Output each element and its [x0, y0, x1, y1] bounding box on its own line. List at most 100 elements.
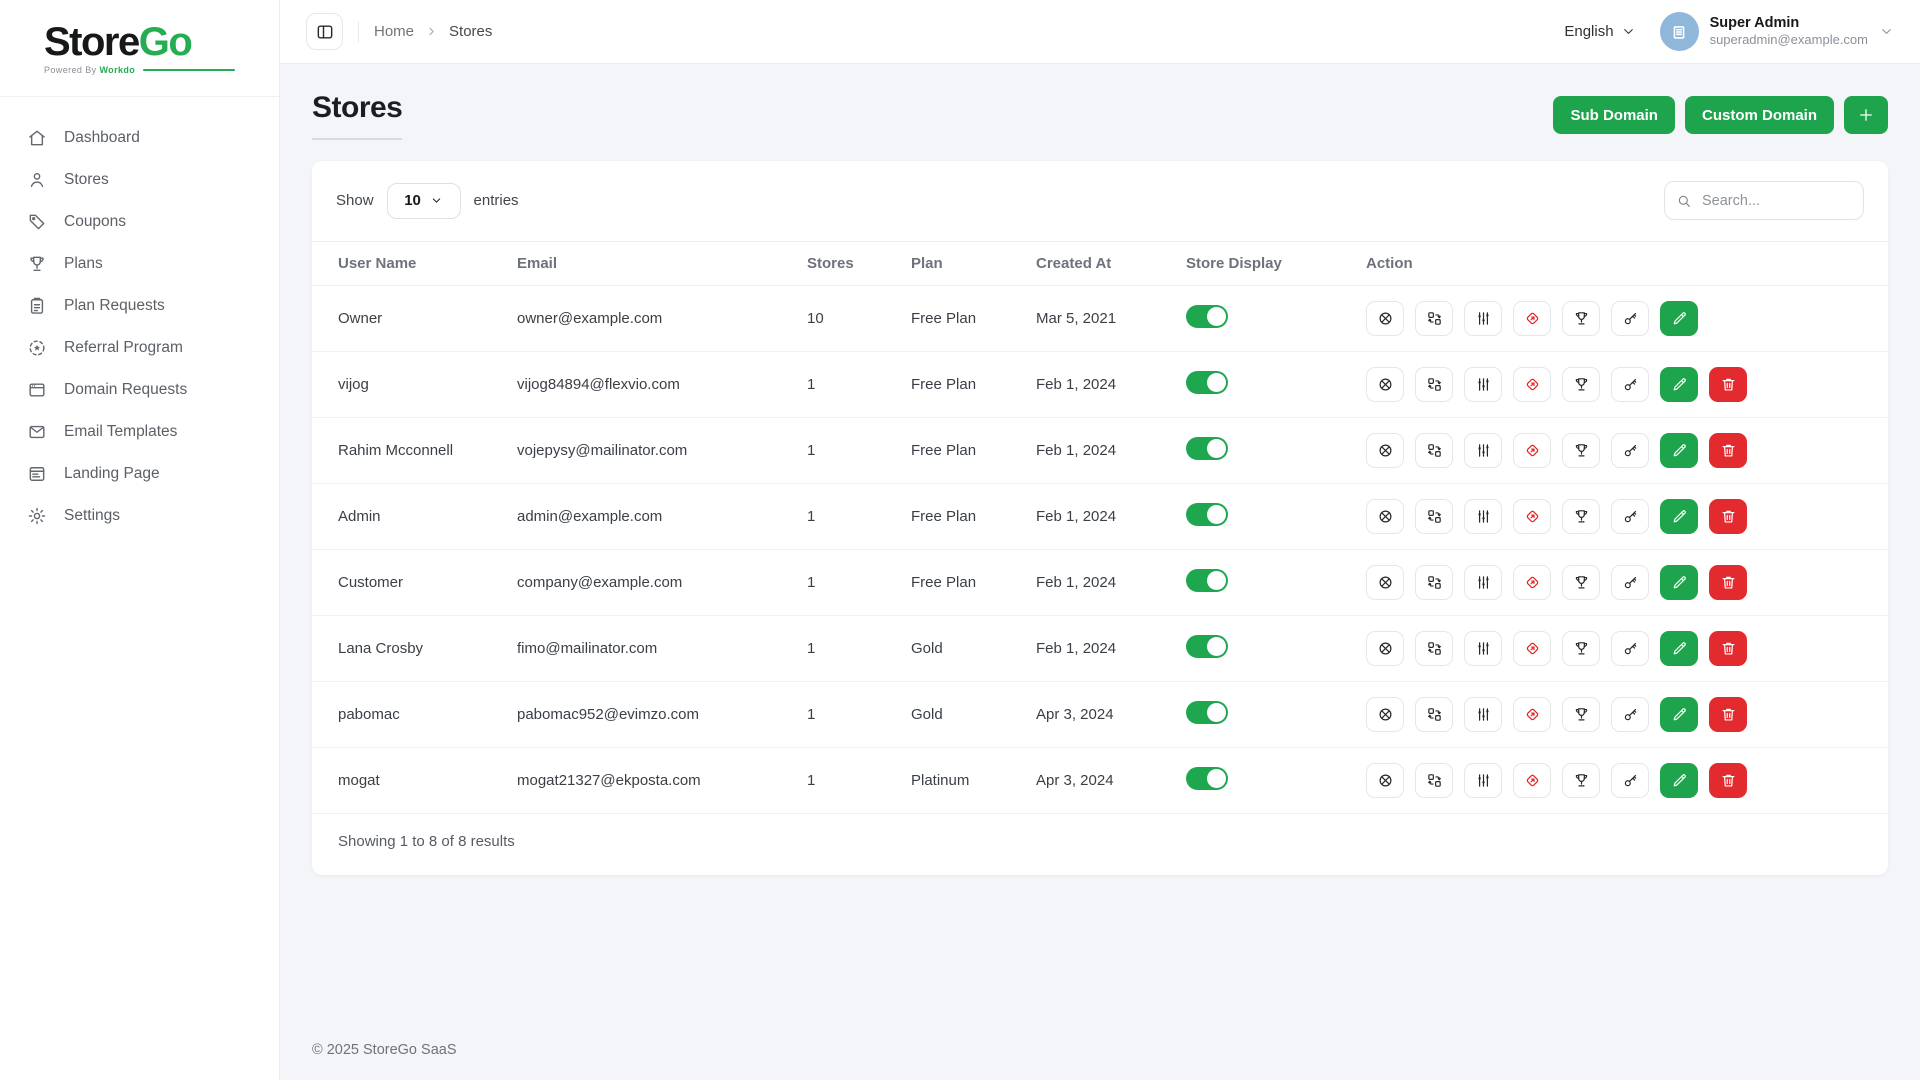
- swap-store-button[interactable]: [1415, 499, 1453, 534]
- sidebar-item-coupons[interactable]: Coupons: [0, 201, 279, 243]
- sidebar-item-label: Plans: [64, 255, 103, 273]
- add-store-button[interactable]: [1844, 96, 1888, 134]
- store-link-button[interactable]: [1513, 301, 1551, 336]
- swap-store-button[interactable]: [1415, 631, 1453, 666]
- page-size-select[interactable]: 10: [387, 183, 461, 219]
- swap-store-button[interactable]: [1415, 367, 1453, 402]
- reset-password-button[interactable]: [1611, 631, 1649, 666]
- store-settings-button[interactable]: [1464, 367, 1502, 402]
- building-icon: [1668, 21, 1690, 43]
- swap-store-button[interactable]: [1415, 697, 1453, 732]
- store-settings-button[interactable]: [1464, 301, 1502, 336]
- reset-password-button[interactable]: [1611, 697, 1649, 732]
- delete-store-button[interactable]: [1709, 697, 1747, 732]
- sidebar-item-landing-page[interactable]: Landing Page: [0, 453, 279, 495]
- sub-domain-button[interactable]: Sub Domain: [1553, 96, 1675, 134]
- store-link-button[interactable]: [1513, 565, 1551, 600]
- edit-store-button[interactable]: [1660, 301, 1698, 336]
- store-display-toggle[interactable]: [1186, 701, 1228, 724]
- swap-store-button[interactable]: [1415, 565, 1453, 600]
- pencil-icon: [1671, 310, 1688, 327]
- store-grid-button[interactable]: [1366, 499, 1404, 534]
- swap-store-button[interactable]: [1415, 763, 1453, 798]
- edit-store-button[interactable]: [1660, 763, 1698, 798]
- store-settings-button[interactable]: [1464, 631, 1502, 666]
- edit-store-button[interactable]: [1660, 499, 1698, 534]
- delete-store-button[interactable]: [1709, 367, 1747, 402]
- store-display-toggle[interactable]: [1186, 635, 1228, 658]
- upgrade-plan-button[interactable]: [1562, 631, 1600, 666]
- upgrade-plan-button[interactable]: [1562, 301, 1600, 336]
- reset-password-button[interactable]: [1611, 367, 1649, 402]
- store-settings-button[interactable]: [1464, 565, 1502, 600]
- delete-store-button[interactable]: [1709, 499, 1747, 534]
- store-settings-button[interactable]: [1464, 697, 1502, 732]
- user-menu[interactable]: Super Admin superadmin@example.com: [1660, 12, 1894, 51]
- store-display-toggle[interactable]: [1186, 371, 1228, 394]
- store-display-toggle[interactable]: [1186, 767, 1228, 790]
- store-display-toggle[interactable]: [1186, 503, 1228, 526]
- sidebar-toggle-button[interactable]: [306, 13, 343, 50]
- swap-store-button[interactable]: [1415, 433, 1453, 468]
- language-dropdown[interactable]: English: [1564, 23, 1635, 40]
- store-grid-button[interactable]: [1366, 301, 1404, 336]
- upgrade-plan-button[interactable]: [1562, 433, 1600, 468]
- store-link-button[interactable]: [1513, 631, 1551, 666]
- store-grid-button[interactable]: [1366, 433, 1404, 468]
- user-icon: [27, 170, 47, 190]
- store-display-toggle[interactable]: [1186, 569, 1228, 592]
- edit-store-button[interactable]: [1660, 631, 1698, 666]
- reset-password-button[interactable]: [1611, 565, 1649, 600]
- trophy-icon: [1573, 574, 1590, 591]
- store-grid-button[interactable]: [1366, 697, 1404, 732]
- upgrade-plan-button[interactable]: [1562, 499, 1600, 534]
- upgrade-plan-button[interactable]: [1562, 367, 1600, 402]
- custom-domain-button[interactable]: Custom Domain: [1685, 96, 1834, 134]
- store-link-button[interactable]: [1513, 433, 1551, 468]
- store-display-toggle[interactable]: [1186, 305, 1228, 328]
- delete-store-button[interactable]: [1709, 433, 1747, 468]
- edit-store-button[interactable]: [1660, 367, 1698, 402]
- swap-store-button[interactable]: [1415, 301, 1453, 336]
- store-grid-button[interactable]: [1366, 565, 1404, 600]
- upgrade-plan-button[interactable]: [1562, 763, 1600, 798]
- store-settings-button[interactable]: [1464, 499, 1502, 534]
- reset-password-button[interactable]: [1611, 301, 1649, 336]
- edit-store-button[interactable]: [1660, 697, 1698, 732]
- brand-logo[interactable]: StoreGo Powered By Workdo: [0, 0, 279, 97]
- store-link-button[interactable]: [1513, 763, 1551, 798]
- cell-user-name: Lana Crosby: [312, 616, 507, 682]
- avatar: [1660, 12, 1699, 51]
- sidebar-item-stores[interactable]: Stores: [0, 159, 279, 201]
- reset-password-button[interactable]: [1611, 763, 1649, 798]
- edit-store-button[interactable]: [1660, 433, 1698, 468]
- cell-user-name: Owner: [312, 286, 507, 352]
- sidebar-item-settings[interactable]: Settings: [0, 495, 279, 537]
- store-link-button[interactable]: [1513, 499, 1551, 534]
- store-link-button[interactable]: [1513, 697, 1551, 732]
- store-grid-button[interactable]: [1366, 631, 1404, 666]
- delete-store-button[interactable]: [1709, 763, 1747, 798]
- reset-password-button[interactable]: [1611, 433, 1649, 468]
- sidebar-item-plan-requests[interactable]: Plan Requests: [0, 285, 279, 327]
- store-settings-button[interactable]: [1464, 433, 1502, 468]
- store-settings-button[interactable]: [1464, 763, 1502, 798]
- search-input[interactable]: [1664, 181, 1864, 220]
- upgrade-plan-button[interactable]: [1562, 697, 1600, 732]
- sidebar-item-dashboard[interactable]: Dashboard: [0, 117, 279, 159]
- cell-stores: 1: [797, 352, 901, 418]
- store-grid-button[interactable]: [1366, 367, 1404, 402]
- store-grid-button[interactable]: [1366, 763, 1404, 798]
- delete-store-button[interactable]: [1709, 631, 1747, 666]
- breadcrumb-home[interactable]: Home: [374, 23, 414, 40]
- sidebar-item-domain-requests[interactable]: Domain Requests: [0, 369, 279, 411]
- store-link-button[interactable]: [1513, 367, 1551, 402]
- store-display-toggle[interactable]: [1186, 437, 1228, 460]
- upgrade-plan-button[interactable]: [1562, 565, 1600, 600]
- sidebar-item-email-templates[interactable]: Email Templates: [0, 411, 279, 453]
- sidebar-item-plans[interactable]: Plans: [0, 243, 279, 285]
- delete-store-button[interactable]: [1709, 565, 1747, 600]
- reset-password-button[interactable]: [1611, 499, 1649, 534]
- sidebar-item-referral-program[interactable]: Referral Program: [0, 327, 279, 369]
- edit-store-button[interactable]: [1660, 565, 1698, 600]
